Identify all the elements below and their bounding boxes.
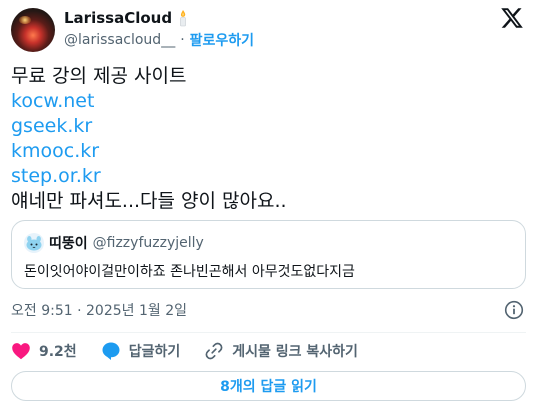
info-icon[interactable] [504, 300, 524, 320]
tweet-line-intro: 무료 강의 제공 사이트 [11, 65, 187, 87]
author-handle-line: @larissacloud__ · 팔로우하기 [64, 31, 254, 49]
actions-divider [11, 332, 526, 333]
tweet-line-outro: 얘네만 파셔도...다들 양이 많아요.. [11, 190, 287, 212]
reply-bubble-icon [101, 341, 121, 361]
like-count: 9.2천 [39, 344, 77, 360]
quoted-tweet[interactable]: 띠뚱이 @fizzyfuzzyjelly 돈이잇어야이걸만이하죠 존나빈곤해서 … [11, 220, 526, 289]
quoted-tweet-text: 돈이잇어야이걸만이하죠 존나빈곤해서 아무것도없다지금 [24, 264, 355, 280]
reply-button[interactable]: 답글하기 [101, 341, 181, 361]
link-kmooc[interactable]: kmooc.kr [11, 139, 526, 164]
follow-button[interactable]: 팔로우하기 [190, 30, 254, 50]
author-name-line: LarissaCloud [64, 8, 190, 28]
quoted-author-handle: @fizzyfuzzyjelly [92, 235, 204, 251]
author-handle[interactable]: @larissacloud__ [64, 32, 175, 48]
author-display-name[interactable]: LarissaCloud [64, 9, 172, 27]
candle-icon [176, 9, 190, 27]
quoted-author-avatar [24, 233, 44, 253]
tweet-timestamp[interactable]: 오전 9:51 · 2025년 1월 2일 [11, 300, 187, 320]
copy-link-label: 게시물 링크 복사하기 [232, 344, 358, 360]
link-gseek[interactable]: gseek.kr [11, 114, 526, 139]
like-button[interactable]: 9.2천 [11, 341, 77, 361]
action-bar: 9.2천 답글하기 게시물 링크 복사하기 [11, 340, 382, 362]
quoted-tweet-header: 띠뚱이 @fizzyfuzzyjelly [24, 233, 204, 253]
link-icon [204, 341, 224, 361]
quoted-author-name: 띠뚱이 [49, 236, 88, 252]
tweet-embed-card: LarissaCloud @larissacloud__ · 팔로우하기 무료 … [0, 0, 537, 418]
x-logo-icon[interactable] [500, 6, 524, 30]
reply-label: 답글하기 [128, 344, 181, 360]
tweet-text: 무료 강의 제공 사이트 kocw.net gseek.kr kmooc.kr … [11, 64, 526, 214]
link-kocw[interactable]: kocw.net [11, 89, 526, 114]
author-avatar[interactable] [11, 8, 55, 52]
heart-icon [11, 342, 31, 360]
link-step[interactable]: step.or.kr [11, 164, 526, 189]
separator-dot: · [180, 32, 185, 48]
read-replies-button[interactable]: 8개의 답글 읽기 [11, 371, 526, 401]
copy-link-button[interactable]: 게시물 링크 복사하기 [204, 341, 358, 361]
